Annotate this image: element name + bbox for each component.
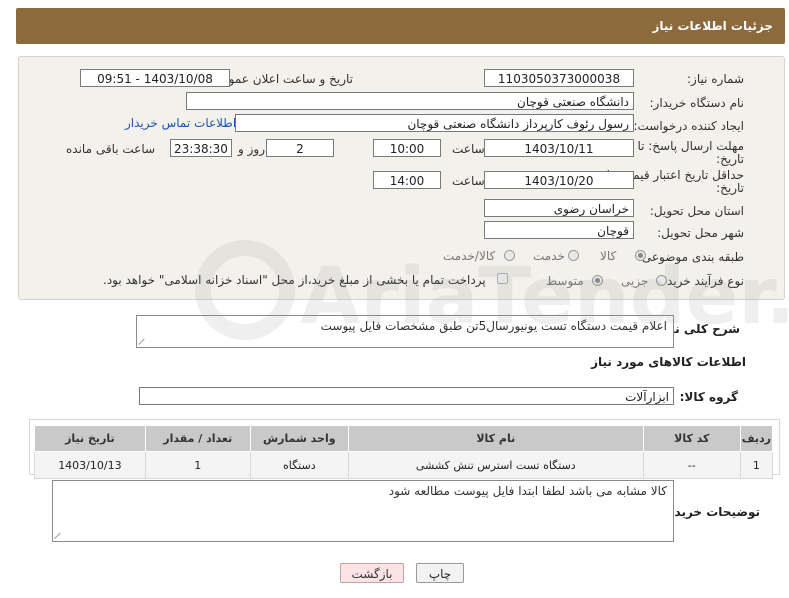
cell-quantity: 1 — [144, 451, 251, 479]
deadline-time-field[interactable]: 10:00 — [373, 139, 441, 157]
buyer-org-label: نام دستگاه خریدار: — [649, 96, 745, 110]
cell-need-date: 1403/10/13 — [34, 451, 146, 479]
col-quantity: تعداد / مقدار — [144, 425, 251, 452]
cell-item-name: دستگاه تست استرس تنش کششی — [347, 451, 644, 479]
city-label: شهر محل تحویل: — [657, 226, 744, 240]
creator-field[interactable]: رسول رئوف کارپرداز دانشگاه صنعتی قوچان — [235, 114, 634, 132]
summary-text: اعلام قیمت دستگاه تست یونیورسال5تن طبق م… — [320, 319, 667, 333]
goods-group-field[interactable]: ابزارآلات — [139, 387, 674, 405]
category-option-goods: کالا — [600, 249, 617, 263]
goods-section-title: اطلاعات کالاهای مورد نیاز — [591, 355, 746, 369]
category-option-service: خدمت — [533, 249, 565, 263]
page-title: جزئیات اطلاعات نیاز — [652, 19, 773, 33]
resize-grip-icon[interactable] — [55, 531, 63, 539]
goods-group-label: گروه کالا: — [679, 390, 738, 404]
validity-time-field[interactable]: 14:00 — [373, 171, 441, 189]
col-need-date: تاریخ نیاز — [34, 425, 146, 452]
creator-label: ایجاد کننده درخواست: — [633, 119, 744, 133]
process-radio-medium[interactable] — [592, 275, 603, 286]
province-label: استان محل تحویل: — [649, 204, 744, 218]
treasury-payment-note: پرداخت تمام یا بخشی از مبلغ خرید،از محل … — [103, 273, 486, 287]
days-remaining-field[interactable]: 2 — [266, 139, 334, 157]
col-item-name: نام کالا — [347, 425, 644, 452]
buyer-org-field[interactable]: دانشگاه صنعتی قوچان — [186, 92, 634, 110]
table-row[interactable]: 1 -- دستگاه تست استرس تنش کششی دستگاه 1 … — [34, 451, 774, 479]
col-unit: واحد شمارش — [249, 425, 349, 452]
buyer-notes-textarea[interactable]: کالا مشابه می باشد لطفا ابتدا فایل پیوست… — [52, 480, 674, 542]
category-radio-service[interactable] — [568, 250, 579, 261]
col-item-code: کد کالا — [642, 425, 741, 452]
validity-date-field[interactable]: 1403/10/20 — [484, 171, 634, 189]
deadline-label-date: تاریخ: — [716, 152, 744, 166]
process-option-medium: متوسط — [546, 274, 584, 288]
cell-unit: دستگاه — [249, 451, 349, 479]
treasury-payment-checkbox[interactable] — [497, 273, 508, 284]
city-field[interactable]: قوچان — [484, 221, 634, 239]
category-radio-both[interactable] — [504, 250, 515, 261]
process-label: نوع فرآیند خرید : — [659, 274, 744, 288]
remaining-label: ساعت باقی مانده — [66, 142, 156, 156]
print-button[interactable]: چاپ — [416, 563, 464, 583]
table-header-row: ردیف کد کالا نام کالا واحد شمارش تعداد /… — [34, 425, 774, 452]
deadline-label: مهلت ارسال پاسخ: تا — [637, 139, 744, 153]
validity-label-date: تاریخ: — [716, 181, 744, 195]
category-option-both: کالا/خدمت — [443, 249, 496, 263]
remaining-time-field[interactable]: 23:38:30 — [170, 139, 232, 157]
process-radio-minor[interactable] — [656, 275, 667, 286]
need-number-label: شماره نیاز: — [687, 72, 744, 86]
province-field[interactable]: خراسان رضوی — [484, 199, 634, 217]
buyer-notes-text: کالا مشابه می باشد لطفا ابتدا فایل پیوست… — [388, 484, 667, 498]
summary-textarea[interactable]: اعلام قیمت دستگاه تست یونیورسال5تن طبق م… — [136, 315, 674, 348]
resize-grip-icon[interactable] — [139, 337, 147, 345]
col-row-number: ردیف — [739, 425, 774, 452]
category-radio-goods[interactable] — [635, 250, 646, 261]
deadline-date-field[interactable]: 1403/10/11 — [484, 139, 634, 157]
items-table: ردیف کد کالا نام کالا واحد شمارش تعداد /… — [34, 425, 774, 479]
need-number-field[interactable]: 1103050373000038 — [484, 69, 634, 87]
back-button[interactable]: بازگشت — [340, 563, 404, 583]
process-option-minor: جزیی — [621, 274, 649, 288]
cell-row-number: 1 — [739, 451, 774, 479]
validity-time-label: ساعت — [452, 174, 485, 188]
category-label: طبقه بندی موضوعی: — [637, 250, 744, 264]
deadline-time-label: ساعت — [452, 142, 485, 156]
cell-item-code: -- — [642, 451, 741, 479]
days-label: روز و — [238, 142, 265, 156]
announce-datetime-field[interactable]: 1403/10/08 - 09:51 — [80, 69, 230, 87]
buyer-contact-link[interactable]: اطلاعات تماس خریدار — [125, 116, 236, 130]
page-header: جزئیات اطلاعات نیاز — [16, 8, 785, 44]
